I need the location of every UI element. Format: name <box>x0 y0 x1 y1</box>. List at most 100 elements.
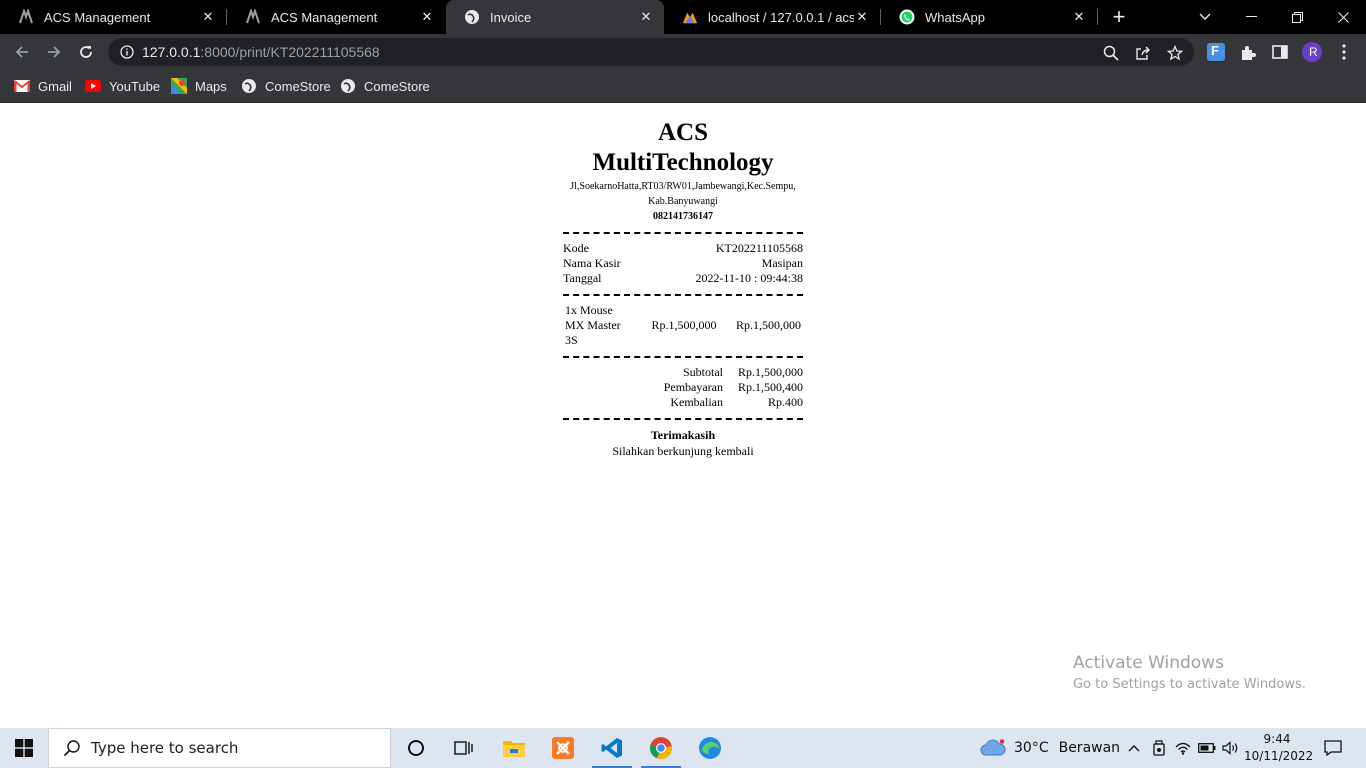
close-icon[interactable]: ✕ <box>1071 9 1087 25</box>
whatsapp-icon <box>899 9 915 25</box>
close-icon[interactable]: ✕ <box>638 9 654 25</box>
bookmark-label: Maps <box>195 78 227 94</box>
total-label: Pembayaran <box>663 380 723 394</box>
item-row: 1x Mouse MX Master 3S Rp.1,500,000 Rp.1,… <box>563 303 803 348</box>
maps-icon <box>171 78 187 94</box>
reload-icon[interactable] <box>73 39 99 65</box>
tray-chevron-up-icon[interactable] <box>1122 728 1146 768</box>
profile-avatar[interactable]: R <box>1302 42 1322 62</box>
tab-title: Invoice <box>490 9 532 25</box>
thank-you-text: Terimakasih <box>650 428 716 442</box>
info-value: Masipan <box>761 256 803 270</box>
item-name-line: MX Master <box>565 318 621 332</box>
acs-logo-icon <box>245 9 261 25</box>
share-icon[interactable] <box>1134 44 1152 62</box>
device-icon[interactable] <box>1147 728 1171 768</box>
store-phone: 082141736147 <box>653 211 713 222</box>
vscode-icon[interactable] <box>588 728 636 768</box>
phpmyadmin-icon <box>682 9 698 25</box>
tab-invoice[interactable]: Invoice ✕ <box>446 0 664 34</box>
info-label: Tanggal <box>563 271 602 285</box>
weather-widget[interactable]: 30°C Berawan <box>980 728 1120 768</box>
info-row-kasir: Nama Kasir Masipan <box>563 256 803 271</box>
item-total: Rp.1,500,000 <box>735 318 801 332</box>
item-name-line: 3S <box>565 333 578 347</box>
battery-icon[interactable] <box>1195 728 1219 768</box>
tab-phpmyadmin[interactable]: localhost / 127.0.0.1 / acs_ma ✕ <box>664 0 880 34</box>
wifi-icon[interactable] <box>1171 728 1195 768</box>
tab-whatsapp[interactable]: WhatsApp ✕ <box>881 0 1097 34</box>
tab-acs-management-2[interactable]: ACS Management ✕ <box>227 0 445 34</box>
task-view-icon[interactable] <box>440 728 488 768</box>
tab-search-chevron-icon[interactable] <box>1182 0 1228 34</box>
taskbar-search-input[interactable]: Type here to search <box>48 728 391 768</box>
total-row-pembayaran: Pembayaran Rp.1,500,400 <box>563 380 803 395</box>
close-icon[interactable]: ✕ <box>419 9 435 25</box>
item-price: Rp.1,500,000 <box>651 318 717 332</box>
info-value: 2022-11-10 : 09:44:38 <box>695 271 803 285</box>
search-placeholder: Type here to search <box>91 739 239 757</box>
info-value: KT202211105568 <box>715 241 803 255</box>
url-host: 127.0.0.1 <box>142 44 201 60</box>
globe-icon <box>241 78 257 94</box>
extension-f-label: F <box>1211 43 1219 58</box>
activate-windows-title: Activate Windows <box>1073 653 1224 673</box>
forward-arrow-icon[interactable] <box>41 39 67 65</box>
item-name: 1x Mouse MX Master 3S <box>565 303 637 348</box>
menu-kebab-icon[interactable] <box>1334 42 1354 62</box>
windows-start-icon[interactable] <box>0 728 48 768</box>
total-value: Rp.400 <box>767 395 803 409</box>
cortana-circle-icon[interactable] <box>392 728 440 768</box>
tab-title: ACS Management <box>271 9 378 25</box>
back-arrow-icon[interactable] <box>9 39 35 65</box>
bookmark-youtube[interactable]: YouTube <box>85 76 160 96</box>
window-close-icon[interactable] <box>1320 0 1366 34</box>
total-row-subtotal: Subtotal Rp.1,500,000 <box>563 365 803 380</box>
dashed-divider <box>563 418 803 420</box>
xampp-icon[interactable] <box>539 728 587 768</box>
bookmark-label: Gmail <box>38 78 72 94</box>
close-icon[interactable]: ✕ <box>854 9 870 25</box>
minimize-icon[interactable] <box>1228 0 1274 34</box>
dashed-divider <box>563 294 803 296</box>
extensions-puzzle-icon[interactable] <box>1238 42 1258 62</box>
url-text: 127.0.0.1:8000/print/KT202211105568 <box>142 44 380 60</box>
total-row-kembalian: Kembalian Rp.400 <box>563 395 803 410</box>
zoom-magnifier-icon[interactable] <box>1102 44 1120 62</box>
bookmarks-bar: Gmail YouTube Maps ComeStore ComeStore <box>0 70 1366 103</box>
bookmark-comestore-2[interactable]: ComeStore <box>340 76 430 96</box>
site-info-icon[interactable] <box>120 45 134 64</box>
bookmark-gmail[interactable]: Gmail <box>14 76 72 96</box>
item-name-line: 1x Mouse <box>565 303 613 317</box>
clock-date: 10/11/2022 <box>1244 749 1314 763</box>
new-tab-plus-icon[interactable]: + <box>1106 4 1132 30</box>
tab-strip: ACS Management ✕ ACS Management ✕ Invoic… <box>0 0 1366 34</box>
side-panel-icon[interactable] <box>1270 42 1290 62</box>
cloud-icon <box>980 739 1006 757</box>
total-label: Kembalian <box>670 395 723 409</box>
store-name-line1: ACS <box>657 119 708 146</box>
info-row-kode: Kode KT202211105568 <box>563 241 803 256</box>
chrome-icon[interactable] <box>637 728 685 768</box>
info-row-tanggal: Tanggal 2022-11-10 : 09:44:38 <box>563 271 803 286</box>
address-bar[interactable]: 127.0.0.1:8000/print/KT202211105568 <box>108 38 1194 66</box>
bookmark-star-icon[interactable] <box>1166 44 1184 62</box>
file-explorer-icon[interactable] <box>490 728 538 768</box>
close-icon[interactable]: ✕ <box>200 9 216 25</box>
tab-title: WhatsApp <box>925 9 985 25</box>
tab-title: ACS Management <box>44 9 151 25</box>
bookmark-label: ComeStore <box>364 78 430 94</box>
restore-icon[interactable] <box>1274 0 1320 34</box>
edge-icon[interactable] <box>686 728 734 768</box>
extension-f-icon[interactable]: F <box>1206 42 1226 62</box>
windows-taskbar: Type here to search 30°C Berawan 9:44 10… <box>0 728 1366 768</box>
system-clock[interactable]: 9:44 10/11/2022 <box>1244 731 1314 765</box>
volume-icon[interactable] <box>1219 728 1243 768</box>
bookmark-comestore-1[interactable]: ComeStore <box>241 76 331 96</box>
info-label: Kode <box>563 241 589 255</box>
clock-time: 9:44 <box>1263 732 1291 746</box>
bookmark-maps[interactable]: Maps <box>171 76 227 96</box>
tab-acs-management-1[interactable]: ACS Management ✕ <box>0 0 226 34</box>
notification-center-icon[interactable] <box>1318 728 1348 768</box>
activate-windows-watermark: Activate Windows Go to Settings to activ… <box>1073 652 1306 696</box>
